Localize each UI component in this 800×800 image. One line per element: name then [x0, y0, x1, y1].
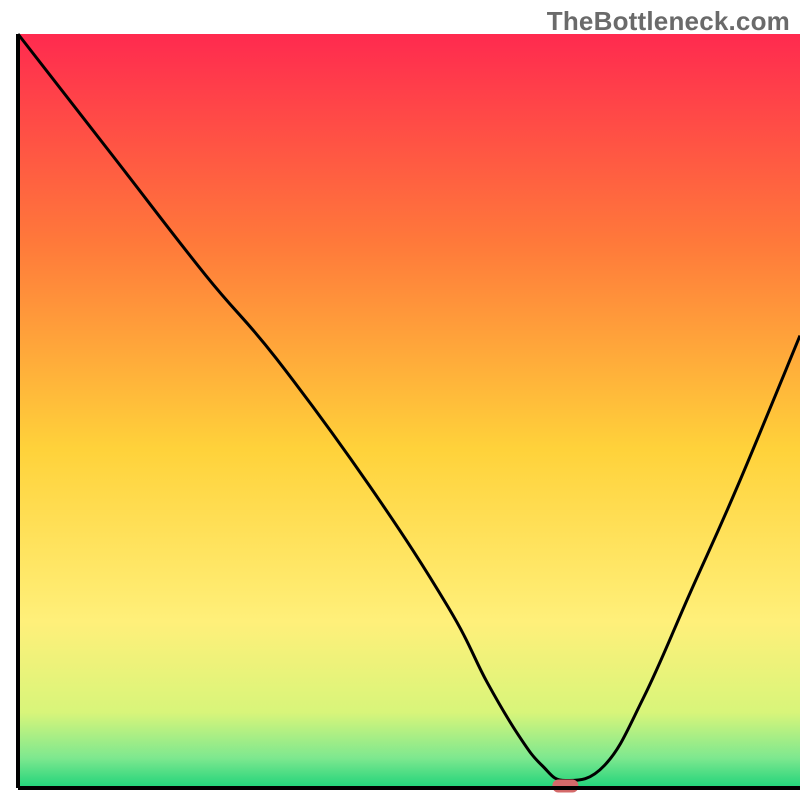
watermark-label: TheBottleneck.com	[547, 6, 790, 37]
chart-container: TheBottleneck.com	[0, 0, 800, 800]
plot-background	[18, 34, 800, 788]
bottleneck-chart	[0, 0, 800, 800]
